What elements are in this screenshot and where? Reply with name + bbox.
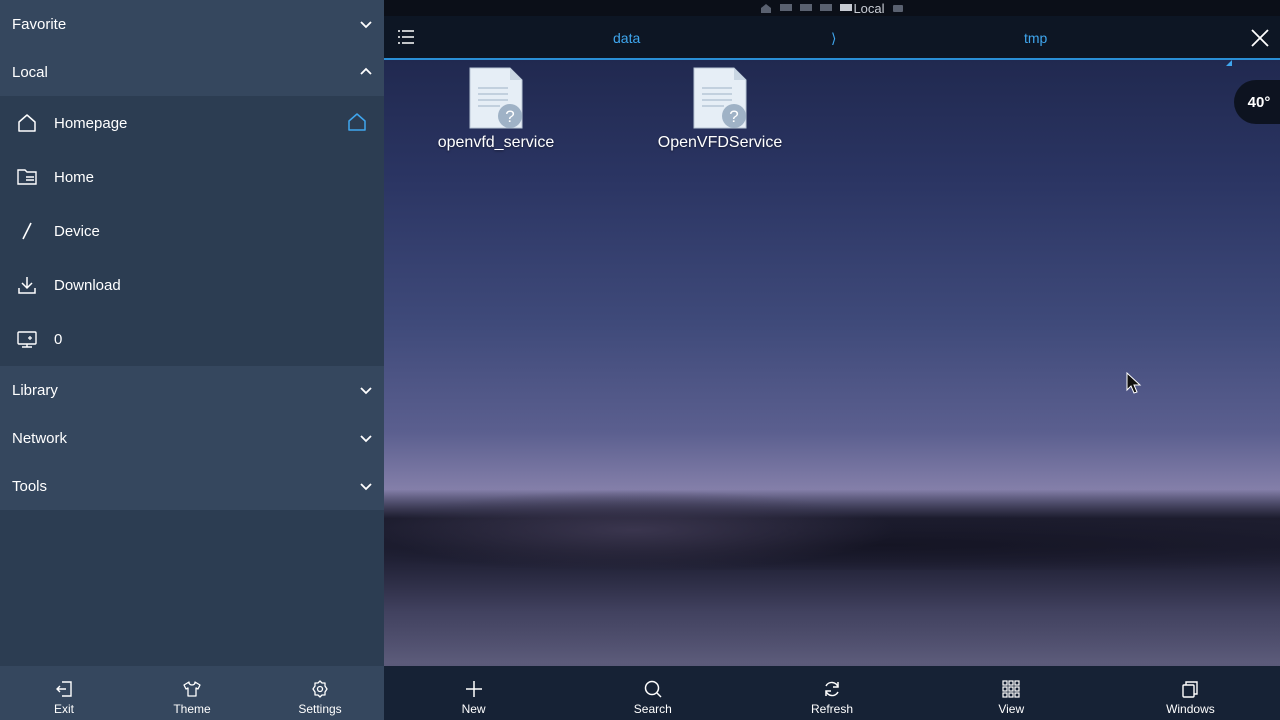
sidebar-item-storage[interactable]: 0	[0, 312, 384, 366]
printer-icon	[891, 3, 905, 13]
section-network-label: Network	[12, 429, 68, 447]
status-label: Local	[853, 0, 885, 16]
windows-label: Windows	[1166, 702, 1215, 716]
search-label: Search	[633, 702, 672, 716]
gear-icon	[312, 680, 328, 698]
chevron-down-icon	[360, 21, 372, 29]
close-icon[interactable]	[1250, 28, 1270, 48]
breadcrumb-data[interactable]: data	[613, 30, 640, 46]
settings-button[interactable]: Settings	[256, 666, 384, 720]
set-homepage-icon[interactable]	[346, 111, 368, 133]
svg-text:?: ?	[729, 107, 738, 126]
breadcrumb-separator: ⟩	[831, 30, 837, 46]
status-bar: Local	[384, 0, 1280, 16]
section-favorite[interactable]: Favorite	[0, 0, 384, 48]
sidebar-item-download[interactable]: Download	[0, 258, 384, 312]
refresh-button[interactable]: Refresh	[742, 666, 921, 720]
folder-list-icon	[16, 166, 38, 188]
sidebar-item-label: Homepage	[54, 114, 128, 132]
section-local-label: Local	[12, 63, 48, 81]
search-button[interactable]: Search	[563, 666, 742, 720]
exit-icon	[56, 681, 72, 697]
sidebar-item-device[interactable]: Device	[0, 204, 384, 258]
chevron-down-icon	[360, 435, 372, 443]
house-icon	[759, 3, 773, 13]
message-icon	[819, 3, 833, 13]
file-item[interactable]: ? openvfd_service	[421, 66, 571, 152]
theme-label: Theme	[173, 702, 211, 716]
chevron-down-icon	[360, 483, 372, 491]
bottom-toolbar: New Search Refresh View Windows	[384, 666, 1280, 720]
sidebar-item-label: Home	[54, 168, 95, 186]
path-dropdown-indicator[interactable]	[1226, 60, 1232, 66]
message-icon	[779, 3, 793, 13]
plus-icon	[465, 681, 482, 697]
file-item[interactable]: ? OpenVFDService	[645, 66, 795, 152]
unknown-file-icon: ?	[469, 67, 523, 129]
section-library-label: Library	[12, 381, 58, 399]
svg-text:?: ?	[505, 107, 514, 126]
search-icon	[644, 680, 662, 698]
new-label: New	[461, 702, 486, 716]
sidebar-item-homepage[interactable]: Homepage	[0, 96, 384, 150]
view-button[interactable]: View	[922, 666, 1101, 720]
tshirt-icon	[183, 681, 201, 697]
refresh-icon	[825, 681, 839, 697]
sidebar-item-label: Download	[54, 276, 121, 294]
temperature-value: 40°	[1247, 93, 1271, 111]
view-label: View	[998, 702, 1025, 716]
list-menu-icon[interactable]	[396, 27, 416, 47]
local-list: Homepage Home Device Download 0	[0, 96, 384, 366]
file-browser-pane[interactable]: Local data ⟩ tmp ? openvfd_service ? Ope…	[384, 0, 1280, 720]
sidebar: Favorite Local Homepage Home Device Down…	[0, 0, 384, 720]
file-name: OpenVFDService	[657, 134, 783, 151]
grid-icon	[1002, 680, 1020, 698]
refresh-label: Refresh	[810, 702, 854, 716]
section-tools[interactable]: Tools	[0, 462, 384, 510]
sidebar-bottom-bar: Exit Theme Settings	[0, 666, 384, 720]
message-icon	[799, 3, 813, 13]
section-favorite-label: Favorite	[12, 15, 67, 33]
download-icon	[16, 274, 38, 296]
chevron-down-icon	[360, 387, 372, 395]
theme-button[interactable]: Theme	[128, 666, 256, 720]
section-local[interactable]: Local	[0, 48, 384, 96]
section-library[interactable]: Library	[0, 366, 384, 414]
section-network[interactable]: Network	[0, 414, 384, 462]
slash-icon	[16, 220, 38, 242]
message-icon	[839, 3, 853, 13]
breadcrumb-tmp[interactable]: tmp	[1024, 30, 1047, 46]
settings-label: Settings	[298, 702, 342, 716]
sidebar-item-label: 0	[54, 330, 63, 348]
windows-icon	[1182, 681, 1199, 698]
sidebar-item-label: Device	[54, 222, 100, 240]
temperature-badge[interactable]: 40°	[1234, 80, 1280, 124]
sidebar-item-home[interactable]: Home	[0, 150, 384, 204]
house-icon	[16, 112, 38, 134]
mouse-cursor-icon	[1126, 372, 1142, 394]
monitor-icon	[16, 328, 38, 350]
exit-button[interactable]: Exit	[0, 666, 128, 720]
chevron-up-icon	[360, 67, 372, 75]
path-bar: data ⟩ tmp	[384, 16, 1280, 66]
wallpaper-ridge	[384, 490, 1280, 570]
windows-button[interactable]: Windows	[1101, 666, 1280, 720]
file-name: openvfd_service	[437, 134, 555, 151]
exit-label: Exit	[53, 702, 74, 716]
new-button[interactable]: New	[384, 666, 563, 720]
unknown-file-icon: ?	[693, 67, 747, 129]
section-tools-label: Tools	[12, 477, 48, 495]
